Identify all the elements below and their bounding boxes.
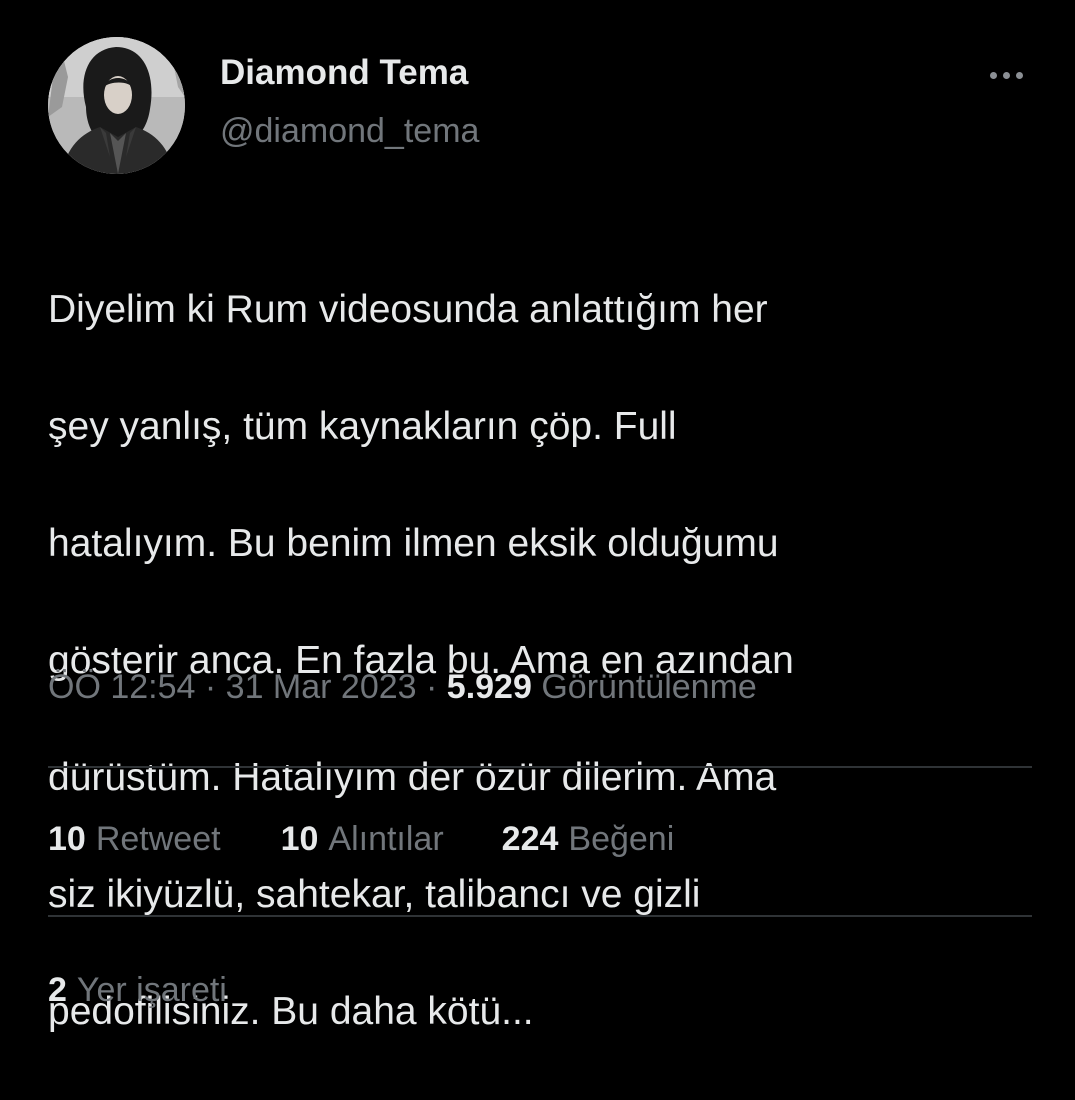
tweet-date[interactable]: 31 Mar 2023 <box>226 668 417 706</box>
tweet-meta: ÖÖ 12:54 · 31 Mar 2023 · 5.929 Görüntüle… <box>48 668 757 707</box>
retweets-count: 10 <box>48 820 86 858</box>
tweet-text-line: dürüstüm. Hatalıyım der özür dilerim. Am… <box>48 755 777 799</box>
more-dot <box>1015 71 1023 79</box>
quotes-stat[interactable]: 10 Alıntılar <box>281 820 444 859</box>
tweet-text: Diyelim ki Rum videosunda anlattığım her… <box>48 222 1038 1100</box>
avatar[interactable] <box>48 37 185 174</box>
bookmarks-stat[interactable]: 2 Yer işareti <box>48 971 227 1010</box>
tweet-text-line: hatalıyım. Bu benim ilmen eksik olduğumu <box>48 521 779 565</box>
quotes-count: 10 <box>280 820 319 858</box>
bookmarks-count: 2 <box>48 971 67 1009</box>
meta-separator: · <box>426 668 438 706</box>
likes-label: Beğeni <box>568 820 675 858</box>
author-handle[interactable]: @diamond_tema <box>220 112 479 151</box>
engagement-stats: 10 Retweet 10 Alıntılar 224 Beğeni <box>48 820 674 859</box>
likes-count: 224 <box>501 820 559 858</box>
retweets-stat[interactable]: 10 Retweet <box>48 820 221 859</box>
views-count: 5.929 <box>446 668 532 706</box>
bookmarks-label: Yer işareti <box>76 971 227 1009</box>
divider <box>48 915 1032 917</box>
likes-stat[interactable]: 224 Beğeni <box>502 820 675 859</box>
more-horizontal-icon <box>989 71 997 79</box>
views-label: Görüntülenme <box>541 668 757 706</box>
more-options-button[interactable] <box>976 58 1036 92</box>
meta-separator: · <box>204 668 217 706</box>
tweet-time[interactable]: ÖÖ 12:54 <box>48 668 195 706</box>
avatar-photo <box>48 37 185 174</box>
tweet-text-line: şey yanlış, tüm kaynakların çöp. Full <box>48 404 677 448</box>
tweet-text-line: Diyelim ki Rum videosunda anlattığım her <box>48 287 768 331</box>
author-display-name[interactable]: Diamond Tema <box>220 53 468 93</box>
quotes-label: Alıntılar <box>328 820 444 858</box>
retweets-label: Retweet <box>95 820 221 858</box>
divider <box>48 766 1032 768</box>
more-dot <box>1002 71 1010 79</box>
